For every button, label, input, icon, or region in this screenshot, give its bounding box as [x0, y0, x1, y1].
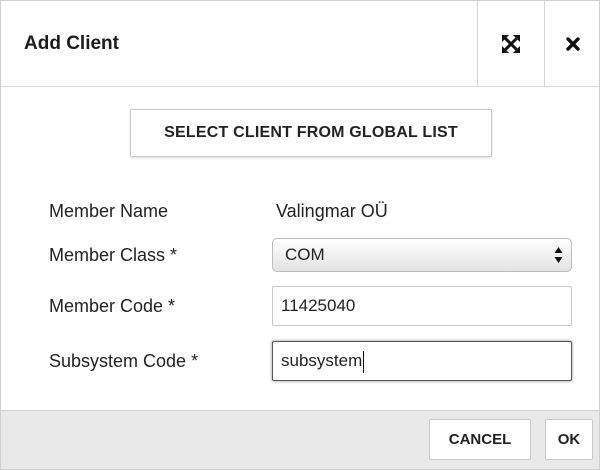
dialog-titlebar: Add Client: [1, 1, 599, 87]
member-code-label: Member Code *: [49, 296, 176, 316]
close-button[interactable]: [544, 1, 600, 86]
select-arrows-icon: [554, 247, 563, 263]
subsystem-code-input[interactable]: subsystem: [272, 341, 572, 381]
member-class-selected-value: COM: [285, 245, 325, 264]
subsystem-code-label: Subsystem Code *: [49, 351, 199, 371]
dialog-title: Add Client: [24, 33, 119, 54]
dialog-footer: CANCEL OK: [1, 410, 599, 469]
add-client-dialog: Add Client SELECT CLIENT FROM GLOBAL LIS…: [0, 0, 600, 470]
member-code-input[interactable]: 11425040: [272, 286, 572, 326]
expand-arrows-icon: [501, 34, 520, 53]
member-class-label: Member Class *: [49, 245, 178, 265]
member-name-value: Valingmar OÜ: [276, 201, 388, 221]
cancel-button[interactable]: CANCEL: [429, 419, 531, 460]
ok-button[interactable]: OK: [545, 419, 593, 460]
expand-button[interactable]: [477, 1, 543, 86]
select-client-from-global-list-button[interactable]: SELECT CLIENT FROM GLOBAL LIST: [130, 109, 492, 157]
subsystem-code-value: subsystem: [281, 351, 363, 370]
member-class-select[interactable]: COM: [272, 238, 572, 272]
text-caret: [363, 350, 365, 373]
member-code-value: 11425040: [281, 296, 356, 315]
close-x-icon: [566, 36, 580, 51]
member-name-label: Member Name: [49, 201, 169, 221]
